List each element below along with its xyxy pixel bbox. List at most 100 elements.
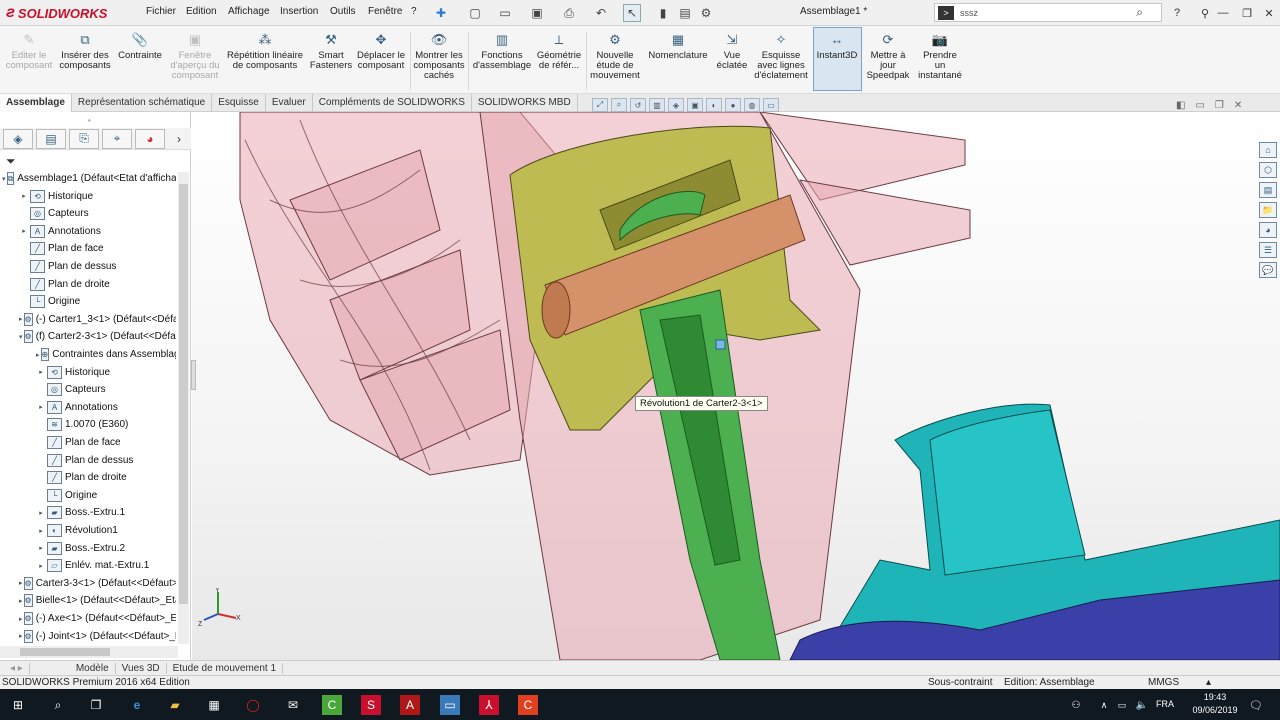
appearances-icon[interactable]: ◕ <box>1259 222 1277 238</box>
scroll-thumb[interactable] <box>179 184 188 604</box>
ribbon-snapshot[interactable]: 📷 Prendre un instantané <box>914 32 966 81</box>
display-style-icon[interactable]: ▣ <box>687 98 703 112</box>
expand-arrow-icon[interactable]: ▸ <box>19 315 23 323</box>
search-icon[interactable]: ⌕ <box>1136 5 1143 20</box>
tree-item[interactable]: ▾ ⧉ Assemblage1 (Défaut<Etat d'affichag <box>2 170 176 187</box>
menu-edition[interactable]: Edition <box>186 6 217 17</box>
network-icon[interactable]: ▭ <box>1112 695 1132 715</box>
menu-outils[interactable]: Outils <box>330 6 356 17</box>
new-document-icon[interactable]: ▢ <box>466 4 484 22</box>
file-properties-icon[interactable]: ▤ <box>676 4 694 22</box>
ribbon-instant3d[interactable]: ↔ Instant3D <box>814 32 860 61</box>
design-library-icon[interactable]: ▤ <box>1259 182 1277 198</box>
expand-arrow-icon[interactable]: ▸ <box>19 192 29 200</box>
ribbon-move-component[interactable]: ✥ Déplacer le composant <box>354 32 408 71</box>
previous-view-icon[interactable]: ↺ <box>630 98 646 112</box>
configuration-manager-tab-icon[interactable]: ⎘ <box>69 128 99 149</box>
solidworks-resources-icon[interactable]: ⬡ <box>1259 162 1277 178</box>
expand-arrow-icon[interactable]: ▸ <box>19 615 23 623</box>
people-icon[interactable]: ⚇ <box>1066 695 1086 715</box>
green-app-icon[interactable]: C <box>322 695 342 715</box>
expand-arrow-icon[interactable]: ▸ <box>36 351 40 359</box>
ribbon-reference-geometry[interactable]: ⟂ Géométrie de référ... <box>534 32 584 71</box>
tree-item[interactable]: ▸ ⚙ (-) Axe<1> (Défaut<<Défaut>_Et <box>19 610 176 627</box>
expand-arrow-icon[interactable]: ▸ <box>19 597 23 605</box>
tree-vertical-scrollbar[interactable] <box>178 172 189 644</box>
acrobat-icon[interactable]: ⅄ <box>479 695 499 715</box>
tree-item[interactable]: ▸ ⚙ (-) Carter1_3<1> (Défaut<<Défau <box>19 311 176 328</box>
tree-item[interactable]: ╱ Plan de dessus <box>19 258 176 275</box>
tab-esquisse[interactable]: Esquisse <box>212 93 266 112</box>
tab-assemblage[interactable]: Assemblage <box>0 93 72 112</box>
options-gear-icon[interactable]: ⚙ <box>697 4 715 22</box>
help-icon[interactable]: ? <box>1168 4 1186 22</box>
expand-arrow-icon[interactable]: ▸ <box>19 579 23 587</box>
system-clock[interactable]: 19:43 09/06/2019 <box>1190 691 1240 717</box>
zoom-area-icon[interactable]: ⌕ <box>611 98 627 112</box>
tree-item[interactable]: ▸ A Annotations <box>36 399 176 416</box>
ribbon-insert-components[interactable]: ⧉ Insérer des composants <box>56 32 114 71</box>
model-render[interactable] <box>192 112 1280 660</box>
hide-show-icon[interactable]: ◐ <box>706 98 722 112</box>
tree-item[interactable]: ▸ ▰ Boss.-Extru.2 <box>36 540 176 557</box>
ribbon-component-preview[interactable]: ▣ Fenêtre d'aperçu du composant <box>166 32 224 81</box>
tab-vues-3d[interactable]: Vues 3D <box>116 662 167 674</box>
scroll-thumb[interactable] <box>20 648 110 656</box>
panel-splitter-handle[interactable] <box>191 360 196 390</box>
dimxpert-tab-icon[interactable]: ⌖ <box>102 128 132 149</box>
rebuild-icon[interactable]: ▮ <box>654 4 672 22</box>
show-hidden-icons-icon[interactable]: ∧ <box>1094 695 1114 715</box>
panel-grip-icon[interactable]: • <box>88 116 91 125</box>
ribbon-show-hidden[interactable]: 👁 Montrer les composants cachés <box>412 32 466 81</box>
restore-icon[interactable]: ❐ <box>1238 4 1256 22</box>
file-explorer-icon[interactable]: ▰ <box>165 695 185 715</box>
search-commands-box[interactable]: > sssz ⌕ <box>934 3 1162 22</box>
open-icon[interactable]: ▭ <box>496 4 514 22</box>
tab-complements[interactable]: Compléments de SOLIDWORKS <box>313 93 472 112</box>
menu-help[interactable]: ? <box>411 6 417 17</box>
unit-dropdown-icon[interactable]: ▴ <box>1206 677 1211 688</box>
zoom-to-fit-icon[interactable]: ⤢ <box>592 98 608 112</box>
viewport-close-icon[interactable]: ✕ <box>1234 100 1242 111</box>
ribbon-motion-study[interactable]: ⚙ Nouvelle étude de mouvement <box>588 32 642 81</box>
ribbon-mate[interactable]: 📎 Contrainte <box>116 32 164 61</box>
orange-app-icon[interactable]: C <box>518 695 538 715</box>
print-icon[interactable]: ⎙ <box>560 4 578 22</box>
language-indicator[interactable]: FRA <box>1156 699 1174 709</box>
search-input[interactable]: sssz <box>960 8 978 18</box>
tree-item[interactable]: └ Origine <box>36 487 176 504</box>
store-icon[interactable]: ▦ <box>204 695 224 715</box>
expand-arrow-icon[interactable]: ▸ <box>36 509 46 517</box>
tree-item[interactable]: ◎ Capteurs <box>36 381 176 398</box>
pin-icon[interactable]: ✚ <box>432 4 450 22</box>
tree-item[interactable]: ╱ Plan de dessus <box>36 452 176 469</box>
task-view-icon[interactable]: ❐ <box>86 695 106 715</box>
tree-item[interactable]: ▸ ▱ Enlév. mat.-Extru.1 <box>36 557 176 574</box>
view-settings-icon[interactable]: ▭ <box>763 98 779 112</box>
menu-affichage[interactable]: Affichage <box>228 6 270 17</box>
autodesk-icon[interactable]: A <box>400 695 420 715</box>
window-app-icon[interactable]: ▭ <box>440 695 460 715</box>
solidworks-logo[interactable]: ƨ SOLIDWORKS <box>6 3 124 23</box>
tab-etude-mouvement[interactable]: Etude de mouvement 1 <box>167 662 284 674</box>
tree-item[interactable]: ╱ Plan de face <box>36 434 176 451</box>
tab-representation-schematique[interactable]: Représentation schématique <box>72 93 213 112</box>
expand-arrow-icon[interactable]: ▸ <box>36 368 46 376</box>
tree-horizontal-scrollbar[interactable] <box>0 646 178 658</box>
property-manager-tab-icon[interactable]: ▤ <box>36 128 66 149</box>
expand-arrow-icon[interactable]: ▸ <box>36 562 46 570</box>
tree-item[interactable]: ▾ ⚙ (f) Carter2-3<1> (Défaut<<Défau <box>19 328 176 345</box>
tree-item[interactable]: ▸ ⟲ Historique <box>19 188 176 205</box>
save-icon[interactable]: ▣ <box>528 4 546 22</box>
opera-icon[interactable]: ◯ <box>243 695 263 715</box>
tree-item[interactable]: ╱ Plan de face <box>19 240 176 257</box>
tree-item[interactable]: ▸ ⟲ Historique <box>36 364 176 381</box>
appearance-icon[interactable]: ● <box>725 98 741 112</box>
ribbon-bom[interactable]: ▦ Nomenclature <box>646 32 710 61</box>
tab-evaluer[interactable]: Evaluer <box>266 93 313 112</box>
feature-manager-tab-icon[interactable]: ◈ <box>3 128 33 149</box>
edge-browser-icon[interactable]: e <box>127 695 147 715</box>
tree-item[interactable]: ▸ ▰ Boss.-Extru.1 <box>36 504 176 521</box>
tree-item[interactable]: ╱ Plan de droite <box>36 469 176 486</box>
section-view-icon[interactable]: ▥ <box>649 98 665 112</box>
